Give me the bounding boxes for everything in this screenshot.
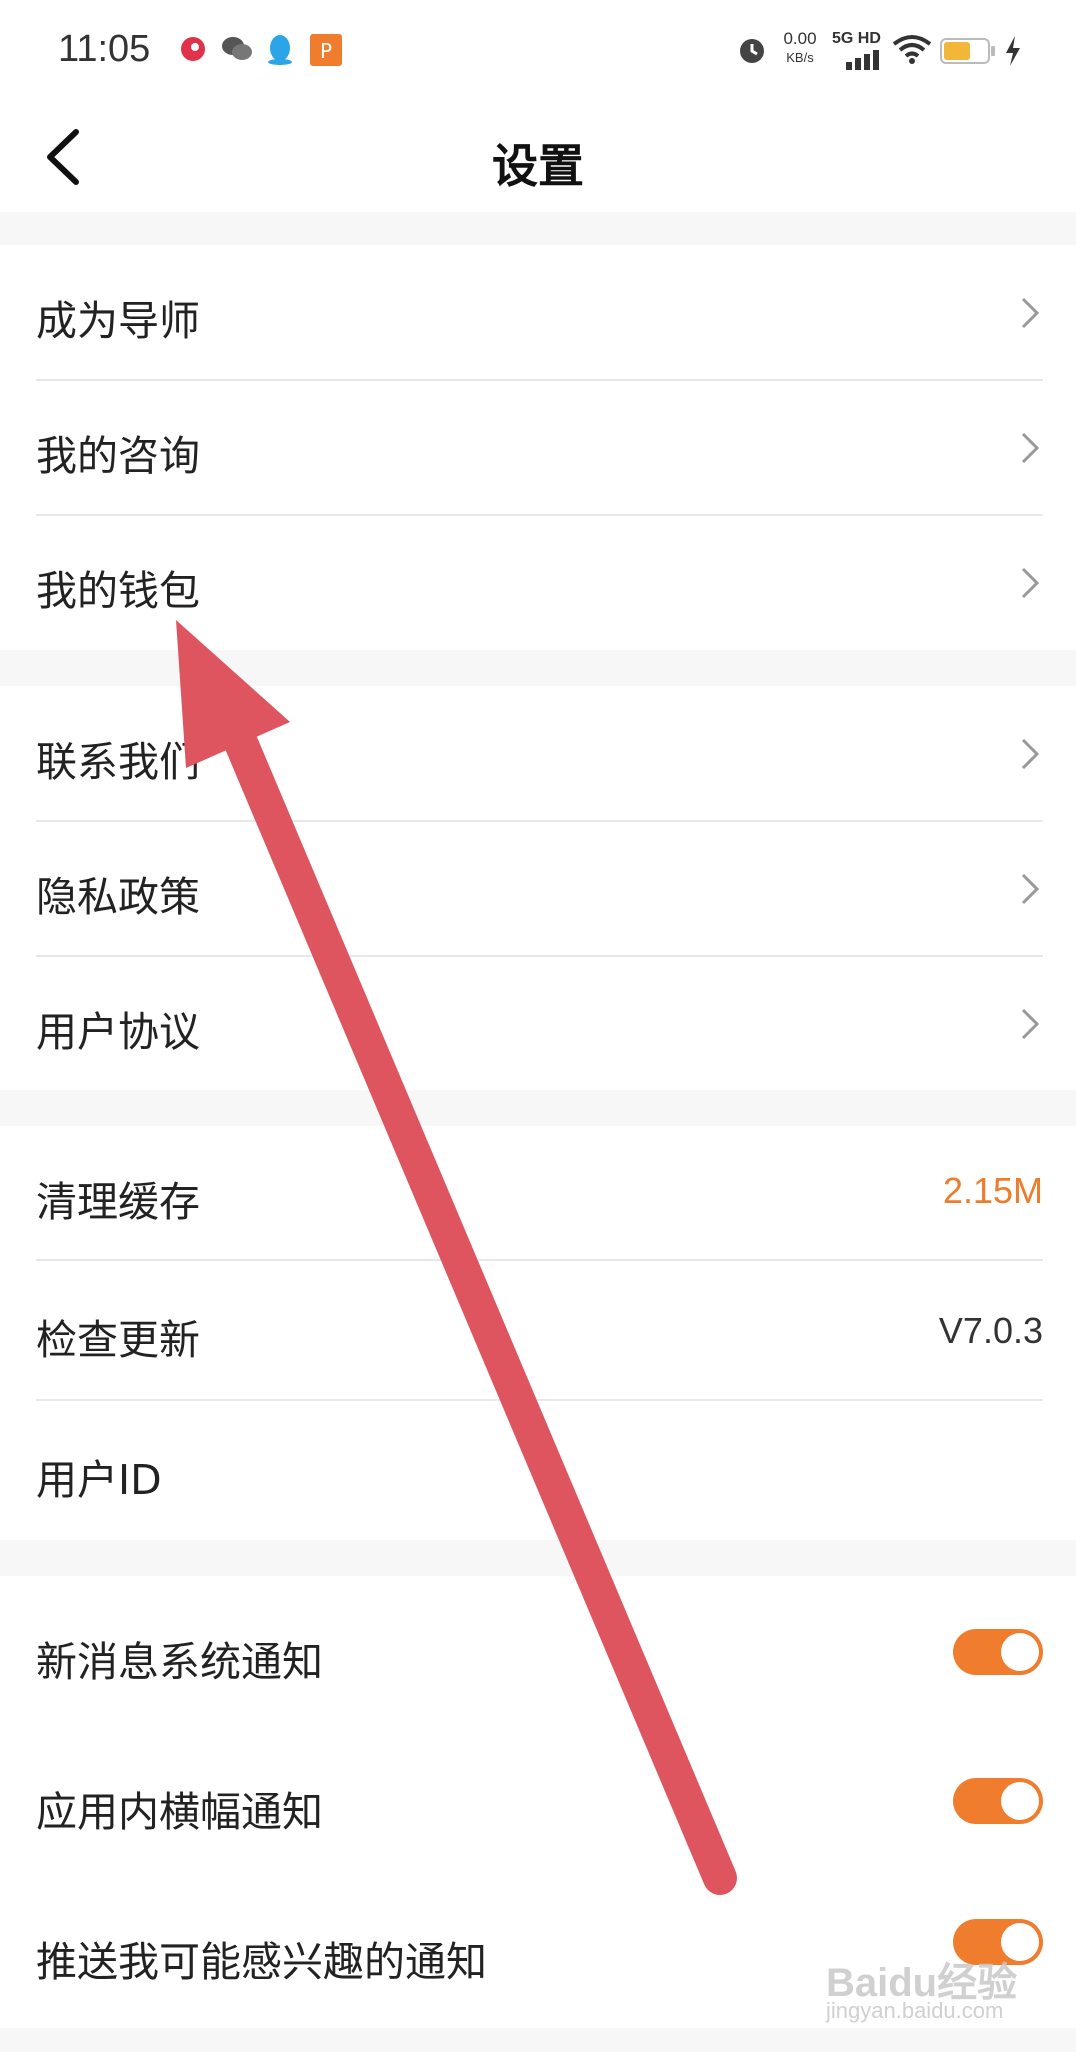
chevron-right-icon (1021, 873, 1040, 905)
speed-value: 0.00 (783, 29, 817, 48)
status-time: 11:05 (58, 28, 151, 70)
wechat-icon (220, 34, 254, 68)
row-banner-notifications: 应用内横幅通知 (0, 1726, 1076, 1876)
weibo-icon (178, 34, 208, 68)
row-my-consultations[interactable]: 我的咨询 (0, 380, 1076, 516)
row-label: 我的咨询 (36, 432, 200, 480)
toggle-knob (1001, 1633, 1039, 1671)
nav-bar: 设置 (0, 104, 1076, 212)
row-label: 我的钱包 (36, 567, 200, 615)
row-my-wallet[interactable]: 我的钱包 (0, 515, 1076, 650)
row-privacy-policy[interactable]: 隐私政策 (0, 821, 1076, 957)
settings-group-info: 联系我们 隐私政策 用户协议 (0, 686, 1076, 1090)
row-label: 清理缓存 (36, 1178, 200, 1226)
system-notification-toggle[interactable] (953, 1629, 1043, 1675)
row-label: 联系我们 (36, 738, 200, 786)
row-label: 新消息系统通知 (36, 1638, 323, 1686)
row-system-notifications: 新消息系统通知 (0, 1576, 1076, 1726)
battery-icon (940, 38, 996, 68)
row-label: 用户ID (36, 1456, 162, 1504)
banner-notification-toggle[interactable] (953, 1778, 1043, 1824)
charging-icon (1004, 36, 1022, 70)
row-label: 隐私政策 (36, 873, 200, 921)
chevron-right-icon (1021, 738, 1040, 770)
alarm-icon (736, 34, 768, 70)
signal-icon (846, 50, 882, 74)
app-version: V7.0.3 (938, 1310, 1043, 1351)
chevron-right-icon (1021, 432, 1040, 464)
network-type: 5G HD (832, 30, 881, 47)
chevron-right-icon (1021, 567, 1040, 599)
row-user-id: 用户ID (0, 1400, 1076, 1540)
settings-group-app: 清理缓存 2.15M 检查更新 V7.0.3 用户ID (0, 1126, 1076, 1540)
cache-size: 2.15M (942, 1170, 1043, 1211)
network-speed: 0.00 KB/s (778, 30, 822, 67)
speed-unit: KB/s (786, 50, 814, 65)
row-label: 用户协议 (36, 1008, 200, 1056)
chevron-right-icon (1021, 297, 1040, 329)
row-user-agreement[interactable]: 用户协议 (0, 956, 1076, 1090)
chevron-right-icon (1021, 1008, 1040, 1040)
row-label: 推送我可能感兴趣的通知 (36, 1938, 487, 1986)
toggle-knob (1001, 1782, 1039, 1820)
row-label: 检查更新 (36, 1316, 200, 1364)
row-label: 应用内横幅通知 (36, 1788, 323, 1836)
status-bar: 11:05 P 0.00 KB/s 5G HD (0, 0, 1076, 104)
row-check-update[interactable]: 检查更新 V7.0.3 (0, 1260, 1076, 1401)
watermark-url: jingyan.baidu.com (826, 1998, 1004, 2023)
wifi-icon (892, 34, 932, 68)
row-become-mentor[interactable]: 成为导师 (0, 245, 1076, 381)
page-title: 设置 (492, 139, 584, 193)
svg-text:P: P (320, 39, 332, 63)
row-contact-us[interactable]: 联系我们 (0, 686, 1076, 822)
row-clear-cache[interactable]: 清理缓存 2.15M (0, 1126, 1076, 1261)
qq-icon (266, 34, 294, 70)
app-icon: P (310, 34, 342, 70)
settings-group-account: 成为导师 我的咨询 我的钱包 (0, 245, 1076, 650)
row-label: 成为导师 (36, 297, 200, 345)
